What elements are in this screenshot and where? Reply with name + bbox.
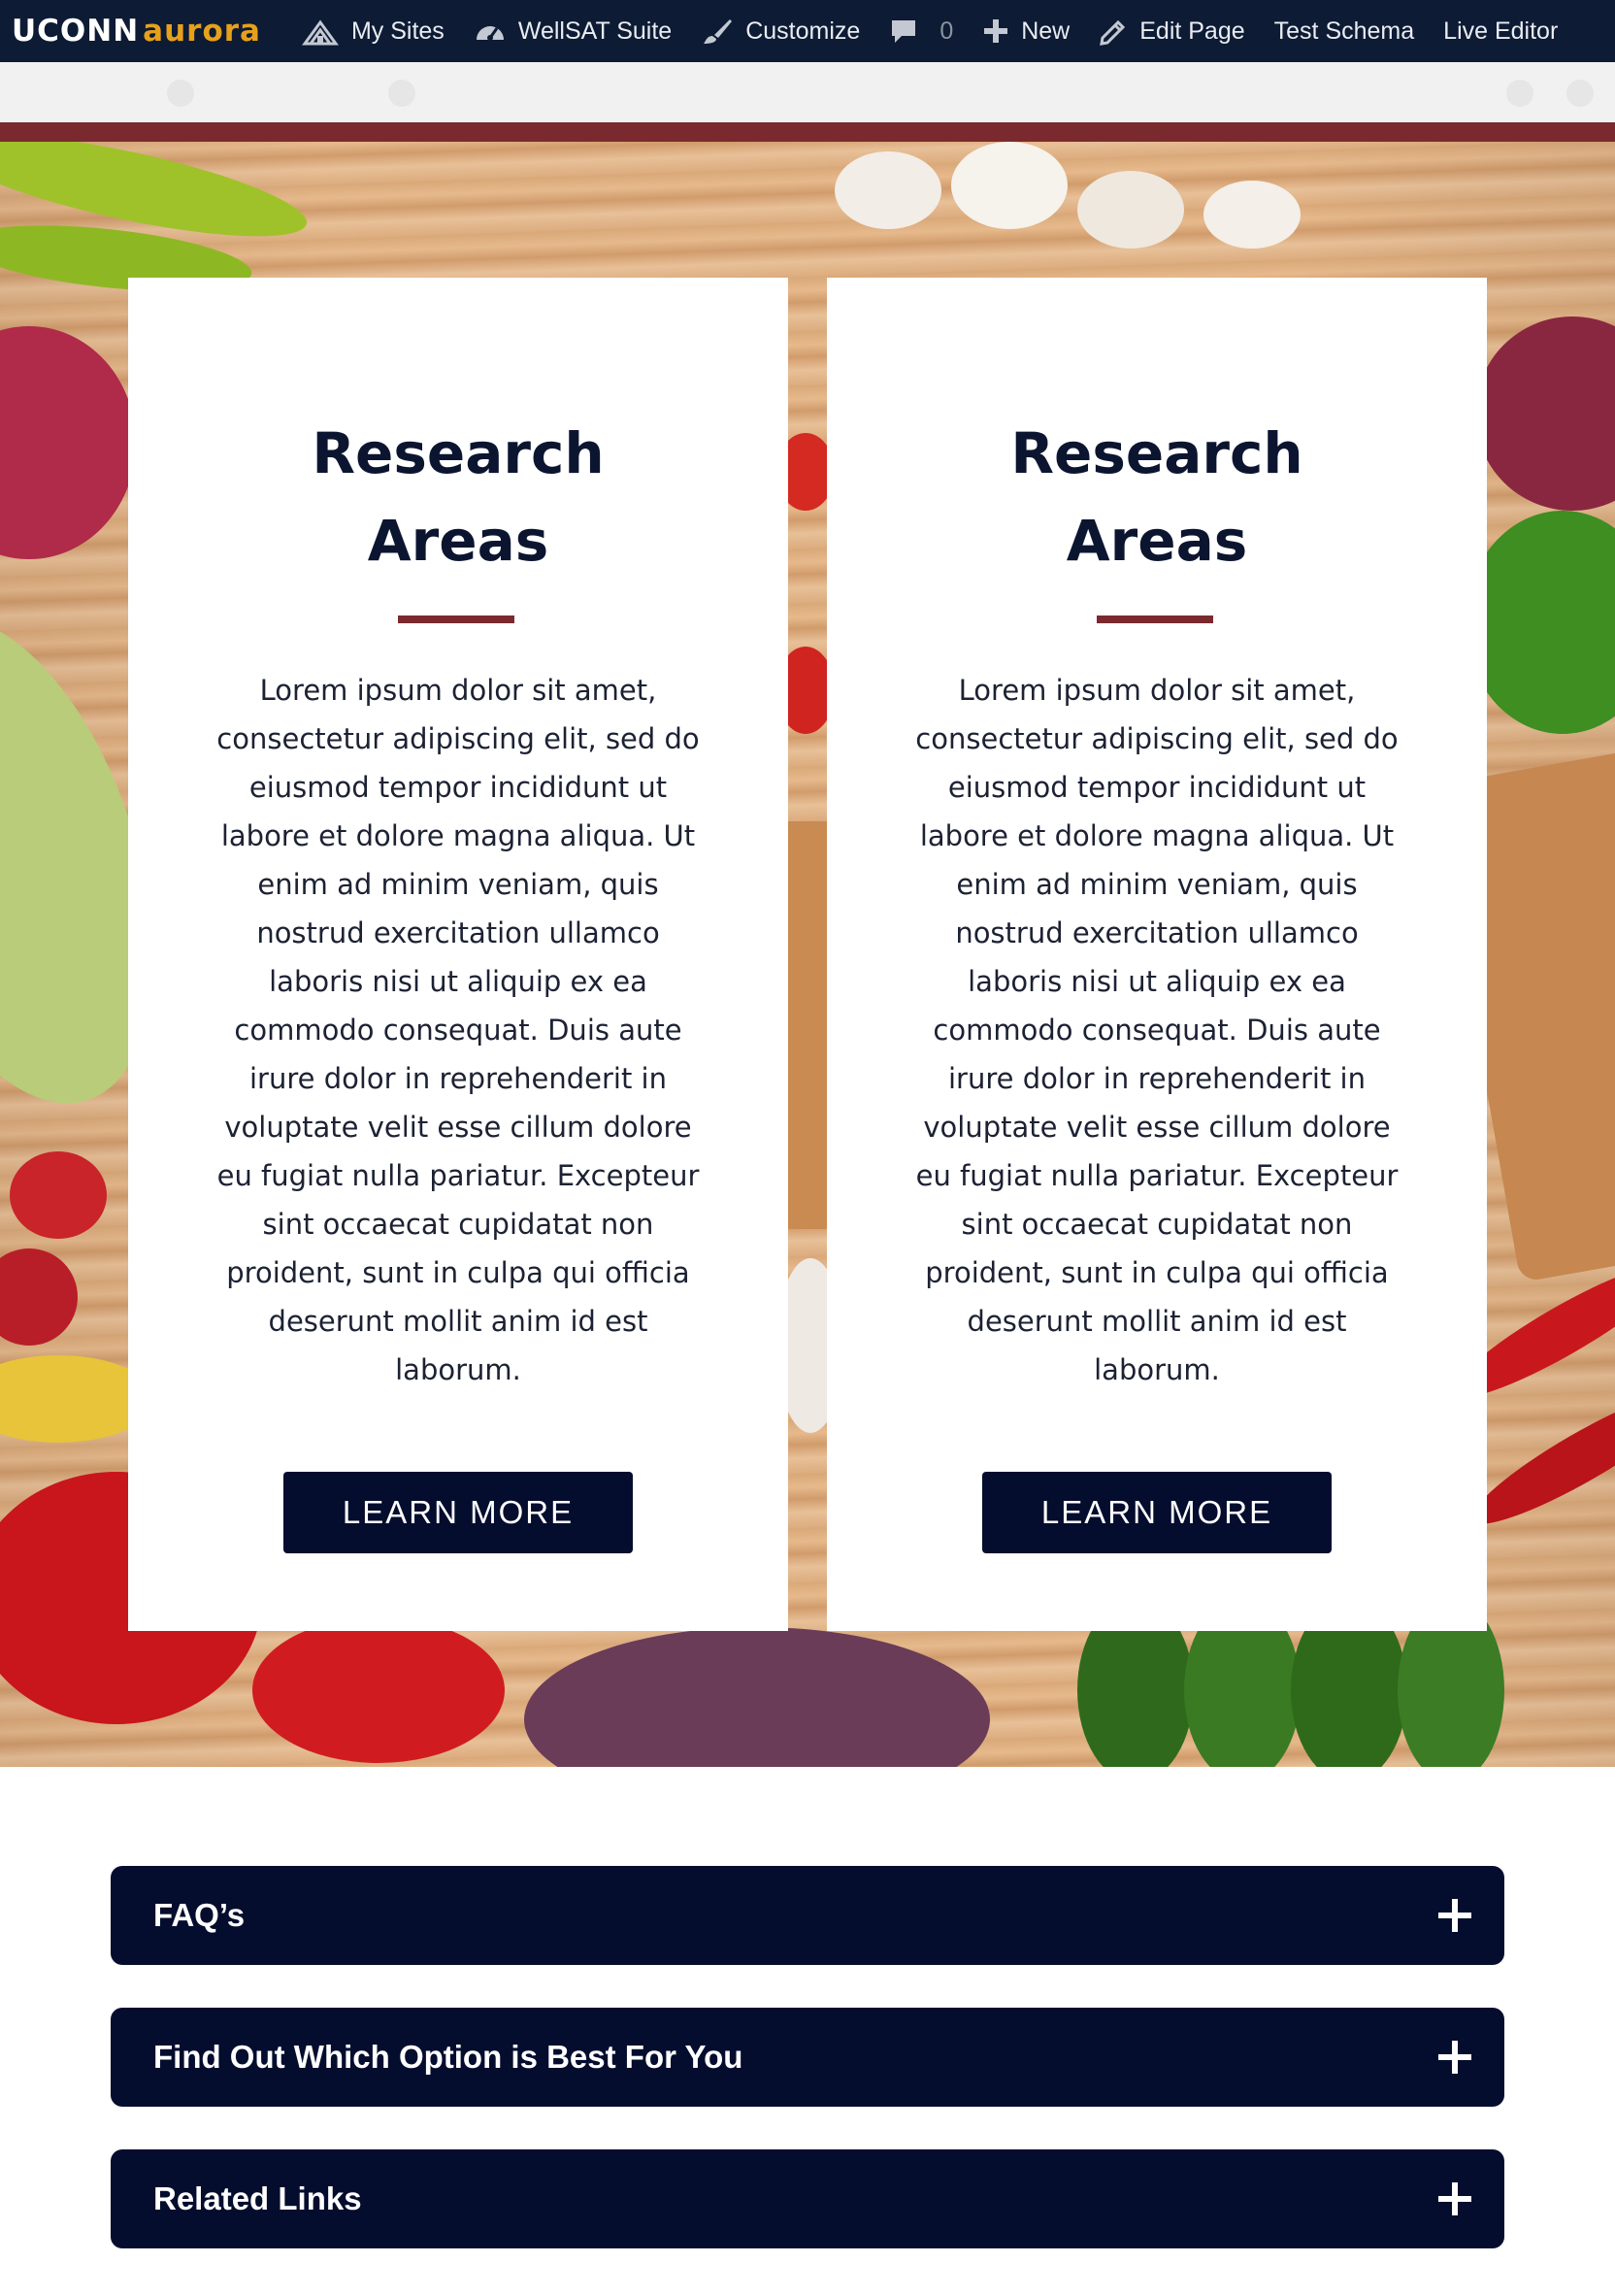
mushroom-shape (951, 142, 1068, 229)
brand-aurora: aurora (143, 14, 261, 49)
card-divider (1097, 616, 1213, 623)
strawberry-shape (10, 1151, 107, 1239)
new-content-menu[interactable]: New (968, 0, 1084, 62)
learn-more-button[interactable]: LEARN MORE (283, 1472, 633, 1553)
research-card-1: Research Areas Lorem ipsum dolor sit ame… (128, 278, 788, 1631)
edit-page-link[interactable]: Edit Page (1084, 0, 1259, 62)
accent-strip (0, 122, 1615, 142)
mushroom-shape (1203, 181, 1301, 249)
card-title: Research Areas (312, 420, 605, 574)
accordion-faqs[interactable]: FAQ’s (111, 1866, 1504, 1965)
my-sites-icon (302, 19, 339, 46)
test-schema-link[interactable]: Test Schema (1260, 0, 1430, 62)
card-title: Research Areas (1010, 420, 1303, 574)
accordion-title: FAQ’s (153, 1897, 246, 1933)
my-sites-label: My Sites (350, 17, 445, 45)
comments-link[interactable]: 0 (874, 0, 968, 62)
red-onion-shape (1475, 316, 1615, 511)
red-pepper-shape (252, 1617, 505, 1763)
edit-page-label: Edit Page (1139, 17, 1245, 45)
brand-uconn: UCONN (12, 14, 140, 49)
header-ghost-icon (167, 80, 194, 107)
accordion-title: Related Links (153, 2180, 362, 2216)
admin-bar: UCONN aurora My Sites WellSAT Suite Cust… (0, 0, 1615, 62)
mushroom-shape (1077, 171, 1184, 249)
pencil-icon (1100, 19, 1126, 46)
card-body-text: Lorem ipsum dolor sit amet, consectetur … (915, 674, 1399, 1386)
plus-icon (984, 19, 1008, 43)
expand-plus-icon[interactable] (1438, 2182, 1471, 2215)
green-pepper-shape (1466, 511, 1615, 734)
uconn-aurora-logo[interactable]: UCONN aurora (12, 14, 261, 49)
new-label: New (1021, 17, 1071, 45)
site-header-bar (0, 62, 1615, 122)
card-body-text: Lorem ipsum dolor sit amet, consectetur … (216, 674, 700, 1386)
wellsat-suite-menu[interactable]: WellSAT Suite (459, 0, 686, 62)
grapes-shape (524, 1627, 990, 1767)
accordion-related-links[interactable]: Related Links (111, 2149, 1504, 2248)
customize-link[interactable]: Customize (686, 0, 874, 62)
paintbrush-icon (704, 19, 733, 44)
live-editor-link[interactable]: Live Editor (1429, 0, 1572, 62)
live-editor-label: Live Editor (1443, 17, 1559, 45)
expand-plus-icon[interactable] (1438, 2041, 1471, 2074)
research-card-2: Research Areas Lorem ipsum dolor sit ame… (827, 278, 1487, 1631)
dashboard-icon (476, 26, 504, 41)
header-ghost-icon (388, 80, 415, 107)
comment-count: 0 (939, 17, 954, 45)
card-divider (398, 616, 514, 623)
mushroom-shape (835, 151, 941, 229)
accordion-best-option[interactable]: Find Out Which Option is Best For You (111, 2008, 1504, 2107)
customize-label: Customize (745, 17, 861, 45)
radish-shape (0, 326, 136, 559)
account-ghost-icon (1506, 80, 1533, 107)
expand-plus-icon[interactable] (1438, 1899, 1471, 1932)
comment-icon (892, 20, 916, 43)
learn-more-button[interactable]: LEARN MORE (982, 1472, 1332, 1553)
my-sites-menu[interactable]: My Sites (286, 0, 459, 62)
accordion-title: Find Out Which Option is Best For You (153, 2039, 743, 2075)
search-ghost-icon (1566, 80, 1594, 107)
strawberry-shape (0, 1248, 78, 1346)
test-schema-label: Test Schema (1273, 17, 1415, 45)
wellsat-suite-label: WellSAT Suite (517, 17, 673, 45)
